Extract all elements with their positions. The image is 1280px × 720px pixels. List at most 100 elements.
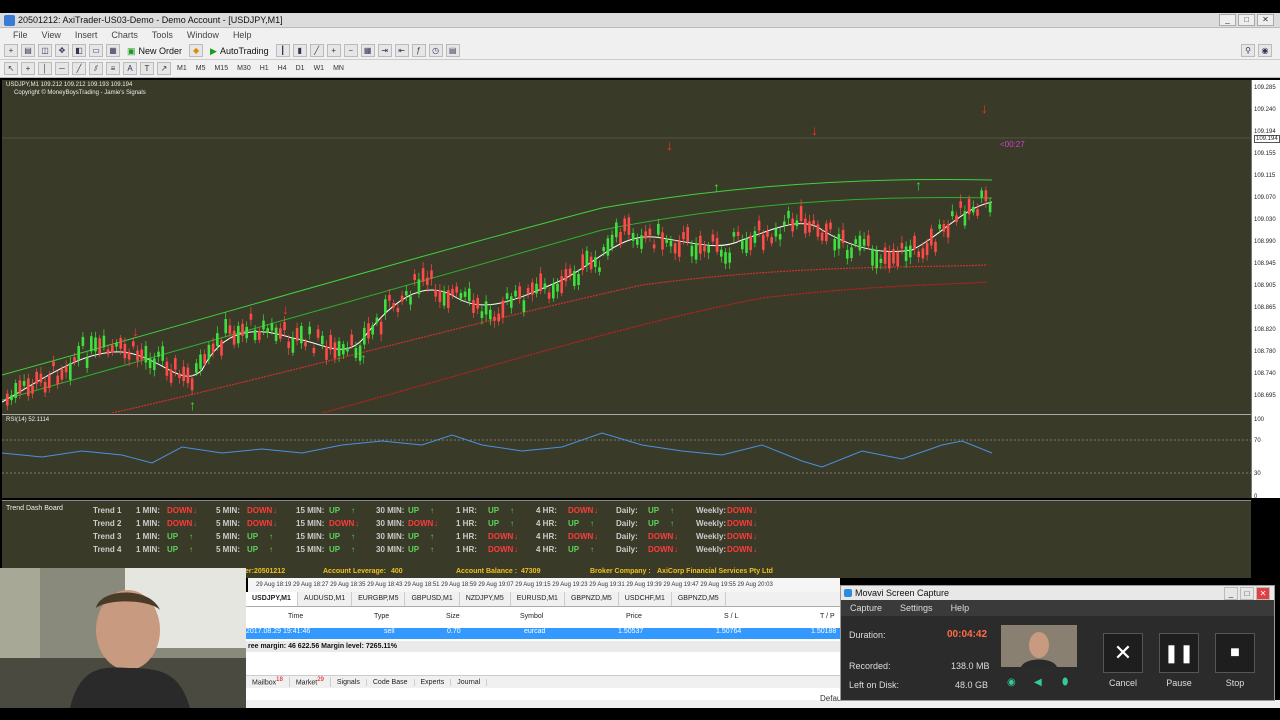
movavi-close-button[interactable]: ✕ bbox=[1256, 587, 1270, 600]
cursor-icon[interactable]: ↖ bbox=[4, 62, 18, 75]
trendline-icon[interactable]: ╱ bbox=[72, 62, 86, 75]
line-chart-icon[interactable]: ╱ bbox=[309, 44, 324, 57]
zoom-in-icon[interactable]: + bbox=[326, 44, 341, 57]
menu-help[interactable]: Help bbox=[226, 30, 259, 40]
menu-file[interactable]: File bbox=[6, 30, 35, 40]
new-order-label: New Order bbox=[138, 45, 183, 56]
indicators-icon[interactable]: ƒ bbox=[411, 44, 426, 57]
equidistant-channel-icon[interactable]: ⫽ bbox=[89, 62, 103, 75]
text-icon[interactable]: A bbox=[123, 62, 137, 75]
minimize-button[interactable]: _ bbox=[1219, 14, 1236, 26]
cancel-button[interactable]: ✕ bbox=[1103, 633, 1143, 673]
data-window-icon[interactable]: ✥ bbox=[55, 44, 69, 57]
chart-shift-icon[interactable]: ⇤ bbox=[394, 44, 409, 57]
search-icon[interactable]: ⚲ bbox=[1241, 44, 1255, 57]
terminal-tab[interactable]: Code Base bbox=[367, 678, 415, 686]
chart-tab[interactable]: GBPNZD,M5 bbox=[565, 592, 619, 606]
down-arrow-icon: ↓ bbox=[193, 506, 197, 515]
chart-tab[interactable]: EURGBP,M5 bbox=[352, 592, 406, 606]
fibonacci-icon[interactable]: ≡ bbox=[106, 62, 120, 75]
col-type[interactable]: Type bbox=[374, 613, 389, 620]
menu-window[interactable]: Window bbox=[180, 30, 226, 40]
timeframe-m5[interactable]: M5 bbox=[193, 65, 209, 72]
timeframe-d1[interactable]: D1 bbox=[293, 65, 308, 72]
pause-button[interactable]: ❚❚ bbox=[1159, 633, 1199, 673]
text-label-icon[interactable]: T bbox=[140, 62, 154, 75]
terminal-tab[interactable]: Market29 bbox=[290, 677, 331, 687]
timeframe-mn[interactable]: MN bbox=[330, 65, 347, 72]
horizontal-line-icon[interactable]: ─ bbox=[55, 62, 69, 75]
terminal-tab[interactable]: Journal bbox=[451, 678, 488, 686]
candlesticks-icon[interactable]: ▮ bbox=[292, 44, 307, 57]
new-order-button[interactable]: ▣ New Order bbox=[123, 44, 186, 58]
timeframe-m30[interactable]: M30 bbox=[234, 65, 254, 72]
timeframe-m15[interactable]: M15 bbox=[211, 65, 231, 72]
price-chart[interactable]: ↓ ↓ ↓ ↓ ↓ ↑ ↑ ↑ ↑ USDJPY,M1 109.212 109.… bbox=[1, 80, 1251, 414]
col-symbol[interactable]: Symbol bbox=[520, 613, 543, 620]
chart-tab[interactable]: AUDUSD,M1 bbox=[298, 592, 353, 606]
chart-tab[interactable]: EURUSD,M1 bbox=[511, 592, 565, 606]
navigator-icon[interactable]: ◧ bbox=[72, 44, 86, 57]
vertical-line-icon[interactable]: │ bbox=[38, 62, 52, 75]
metaeditor-icon[interactable]: ◆ bbox=[189, 44, 204, 57]
autotrading-button[interactable]: ▶ AutoTrading bbox=[206, 44, 273, 58]
chart-tab[interactable]: USDJPY,M1 bbox=[246, 592, 298, 606]
recorded-label: Recorded: bbox=[849, 661, 891, 671]
chart-window[interactable]: ↓ ↓ ↓ ↓ ↓ ↑ ↑ ↑ ↑ USDJPY,M1 109.212 109.… bbox=[1, 80, 1251, 498]
market-watch-icon[interactable]: ◫ bbox=[38, 44, 52, 57]
profiles-icon[interactable]: ▤ bbox=[21, 44, 35, 57]
timeframe-m1[interactable]: M1 bbox=[174, 65, 190, 72]
trend-row: Trend 11 MIN: DOWN ↓ 5 MIN: DOWN ↓ 15 MIN: UP ↑ 3… bbox=[2, 506, 902, 518]
order-row[interactable]: 2017.08.29 19:41:46 sell 0.70 eurcad 1.5… bbox=[246, 628, 840, 639]
movavi-menu-help[interactable]: Help bbox=[942, 603, 979, 613]
buy-arrow-icon: ↑ bbox=[713, 179, 720, 195]
menu-view[interactable]: View bbox=[35, 30, 68, 40]
col-time[interactable]: Time bbox=[288, 613, 303, 620]
chart-tab[interactable]: USDCHF,M1 bbox=[619, 592, 672, 606]
zoom-out-icon[interactable]: − bbox=[343, 44, 358, 57]
trend-value-daily: UP bbox=[648, 506, 660, 515]
timeframe-h4[interactable]: H4 bbox=[275, 65, 290, 72]
stop-button[interactable]: ■ bbox=[1215, 633, 1255, 673]
movavi-restore-button[interactable]: □ bbox=[1240, 587, 1254, 600]
col-price[interactable]: Price bbox=[626, 613, 642, 620]
terminal-icon[interactable]: ▭ bbox=[89, 44, 103, 57]
close-button[interactable]: ✕ bbox=[1257, 14, 1274, 26]
community-icon[interactable]: ◉ bbox=[1258, 44, 1272, 57]
movavi-menu-settings[interactable]: Settings bbox=[891, 603, 942, 613]
rsi-panel[interactable]: RSI(14) 52.1114 bbox=[1, 414, 1251, 498]
maximize-button[interactable]: □ bbox=[1238, 14, 1255, 26]
terminal-tab[interactable]: Signals bbox=[331, 678, 367, 686]
microphone-toggle-icon[interactable]: ⬮ bbox=[1062, 677, 1068, 688]
autoscroll-icon[interactable]: ⇥ bbox=[377, 44, 392, 57]
speaker-toggle-icon[interactable]: ◀ bbox=[1034, 677, 1042, 688]
menu-tools[interactable]: Tools bbox=[145, 30, 180, 40]
chart-tab[interactable]: GBPUSD,M1 bbox=[405, 592, 460, 606]
chart-tab[interactable]: NZDJPY,M5 bbox=[460, 592, 511, 606]
up-arrow-icon: ↑ bbox=[590, 545, 594, 554]
bar-chart-icon[interactable]: ┃ bbox=[275, 44, 290, 57]
timeframe-w1[interactable]: W1 bbox=[311, 65, 328, 72]
periods-icon[interactable]: ◷ bbox=[428, 44, 443, 57]
col-sl[interactable]: S / L bbox=[724, 613, 738, 620]
timeframe-h1[interactable]: H1 bbox=[257, 65, 272, 72]
strategy-tester-icon[interactable]: ▦ bbox=[106, 44, 120, 57]
movavi-minimize-button[interactable]: _ bbox=[1224, 587, 1238, 600]
broker-value: AxiCorp Financial Services Pty Ltd bbox=[657, 568, 773, 575]
arrows-icon[interactable]: ↗ bbox=[157, 62, 171, 75]
price-scale[interactable]: 109.285 109.240 109.194 109.155 109.115 109.0… bbox=[1251, 80, 1280, 500]
webcam-toggle-icon[interactable]: ◉ bbox=[1007, 677, 1016, 688]
col-tp[interactable]: T / P bbox=[820, 613, 835, 620]
new-chart-icon[interactable]: + bbox=[4, 44, 18, 57]
templates-icon[interactable]: ▤ bbox=[445, 44, 460, 57]
up-arrow-icon: ↑ bbox=[189, 545, 193, 554]
col-size[interactable]: Size bbox=[446, 613, 460, 620]
movavi-menu-capture[interactable]: Capture bbox=[841, 603, 891, 613]
terminal-tab[interactable]: Experts bbox=[415, 678, 452, 686]
menu-charts[interactable]: Charts bbox=[104, 30, 145, 40]
terminal-tab[interactable]: Mailbox18 bbox=[246, 677, 290, 687]
chart-tab[interactable]: GBPNZD,M5 bbox=[672, 592, 726, 606]
menu-insert[interactable]: Insert bbox=[68, 30, 105, 40]
crosshair-icon[interactable]: + bbox=[21, 62, 35, 75]
tile-windows-icon[interactable]: ▦ bbox=[360, 44, 375, 57]
